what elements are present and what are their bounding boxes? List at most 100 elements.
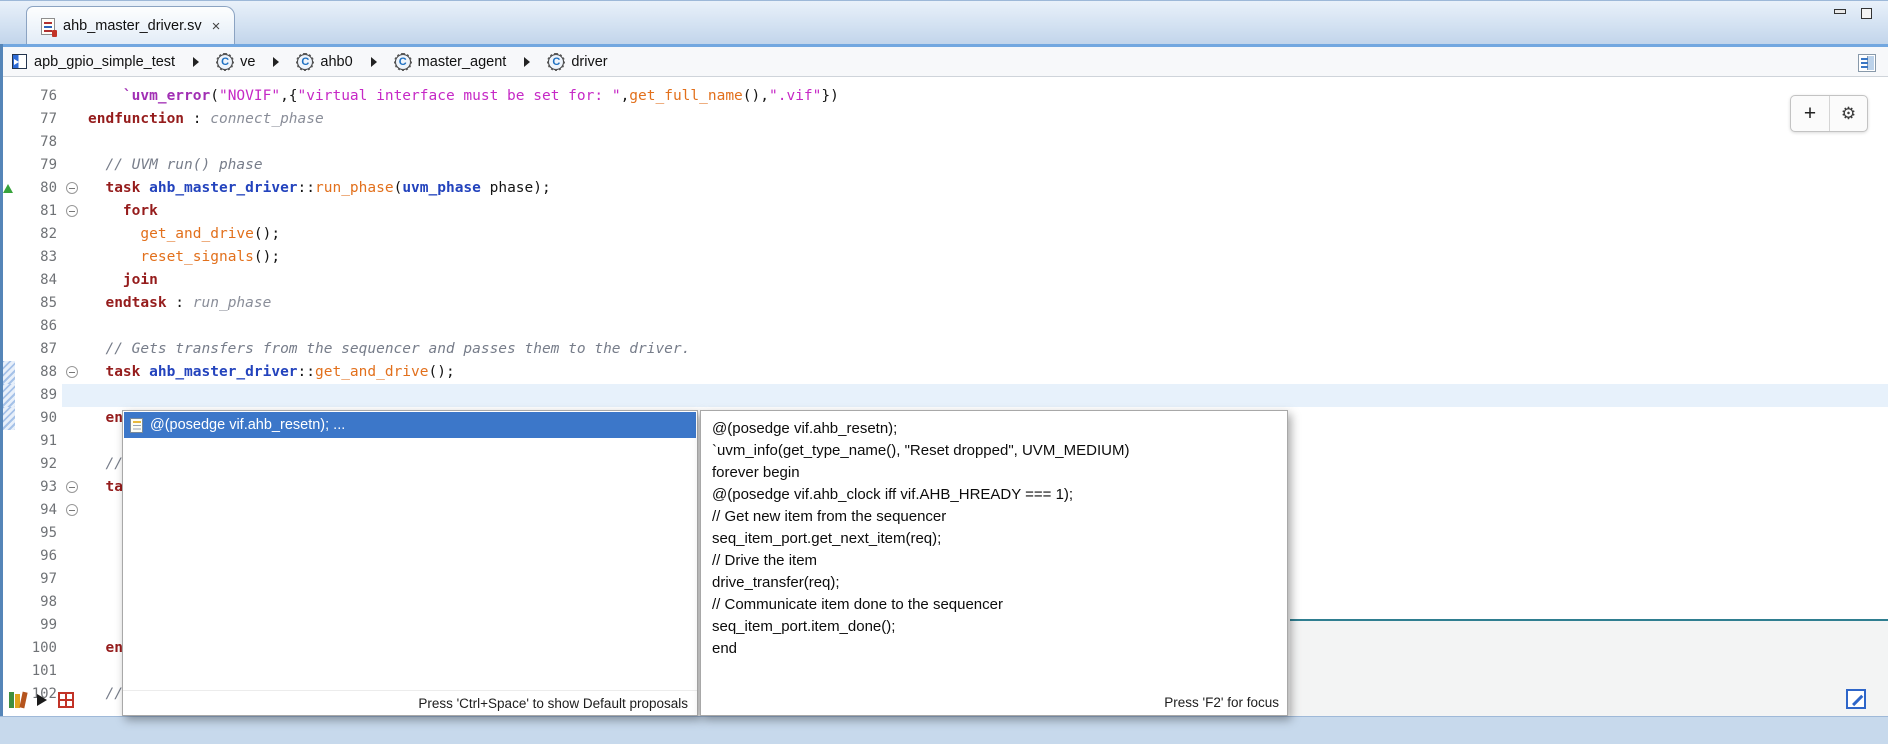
code-text[interactable]: task ahb_master_driver::get_and_drive(); (84, 361, 1888, 384)
code-text[interactable]: fork (84, 200, 1888, 223)
line-number[interactable]: 99 (18, 614, 62, 637)
class-icon (297, 54, 313, 70)
fold-gutter (62, 246, 84, 269)
line-number[interactable]: 100 (18, 637, 62, 660)
code-text[interactable]: reset_signals(); (84, 246, 1888, 269)
line-number[interactable]: 93 (18, 476, 62, 499)
line-number[interactable]: 86 (18, 315, 62, 338)
code-text[interactable]: // UVM run() phase (84, 154, 1888, 177)
breadcrumb-item-ve[interactable]: ve (217, 54, 255, 70)
fold-gutter (62, 200, 84, 223)
fold-gutter (62, 177, 84, 200)
code-text[interactable]: `uvm_error("NOVIF",{"virtual interface m… (84, 85, 1888, 108)
code-text[interactable]: get_and_drive(); (84, 223, 1888, 246)
code-text[interactable]: // Gets transfers from the sequencer and… (84, 338, 1888, 361)
fold-gutter (62, 545, 84, 568)
line-number[interactable]: 83 (18, 246, 62, 269)
collapse-icon[interactable] (66, 366, 78, 378)
line-number[interactable]: 82 (18, 223, 62, 246)
minimize-icon[interactable] (1834, 8, 1845, 19)
class-icon (217, 54, 233, 70)
add-button[interactable]: + (1791, 96, 1829, 131)
line-number[interactable]: 98 (18, 591, 62, 614)
line-number[interactable]: 89 (18, 384, 62, 407)
code-line: 77 endfunction : connect_phase (0, 108, 1888, 131)
collapse-icon[interactable] (66, 481, 78, 493)
preview-line: // Get new item from the sequencer (712, 506, 1287, 528)
line-number[interactable]: 92 (18, 453, 62, 476)
fold-gutter (62, 361, 84, 384)
occurrence-marker (2, 407, 15, 430)
fold-gutter (62, 476, 84, 499)
code-text[interactable]: endtask : run_phase (84, 292, 1888, 315)
settings-icon[interactable]: ⚙ (1829, 96, 1867, 131)
tab-close-icon[interactable]: × (212, 18, 221, 35)
run-icon[interactable] (37, 694, 47, 706)
fold-gutter (62, 269, 84, 292)
bottom-trim-toolbar (9, 692, 74, 708)
window-left-border (0, 44, 3, 716)
line-number[interactable]: 87 (18, 338, 62, 361)
library-icon[interactable] (9, 692, 26, 708)
registers-grid-icon[interactable] (58, 692, 74, 708)
line-number[interactable]: 101 (18, 660, 62, 683)
code-line: 83 reset_signals(); (0, 246, 1888, 269)
breadcrumb: apb_gpio_simple_test ve ahb0 master_agen… (0, 44, 1888, 77)
collapse-icon[interactable] (66, 205, 78, 217)
line-number[interactable]: 79 (18, 154, 62, 177)
proposal-label: @(posedge vif.ahb_resetn); ... (150, 417, 345, 433)
maximize-icon[interactable] (1861, 8, 1872, 19)
preview-line: `uvm_info(get_type_name(), "Reset droppe… (712, 440, 1287, 462)
line-number[interactable]: 78 (18, 131, 62, 154)
tab-title: ahb_master_driver.sv (63, 18, 202, 34)
code-line: 87 // Gets transfers from the sequencer … (0, 338, 1888, 361)
line-number[interactable]: 94 (18, 499, 62, 522)
line-number[interactable]: 77 (18, 108, 62, 131)
fold-gutter (62, 614, 84, 637)
fold-gutter (62, 522, 84, 545)
breadcrumb-item-master-agent[interactable]: master_agent (395, 54, 507, 70)
line-number[interactable]: 84 (18, 269, 62, 292)
line-number[interactable]: 96 (18, 545, 62, 568)
preview-line: seq_item_port.get_next_item(req); (712, 528, 1287, 550)
code-text[interactable]: task ahb_master_driver::run_phase(uvm_ph… (84, 177, 1888, 200)
line-number[interactable]: 76 (18, 85, 62, 108)
code-text[interactable] (84, 131, 1888, 154)
code-text[interactable] (84, 315, 1888, 338)
line-number[interactable]: 80 (18, 177, 62, 200)
occurrence-marker (2, 361, 15, 384)
fold-gutter (62, 453, 84, 476)
editor-overlay-toolbar: + ⚙ (1790, 95, 1868, 132)
line-number[interactable]: 81 (18, 200, 62, 223)
line-number[interactable]: 95 (18, 522, 62, 545)
proposal-item-selected[interactable]: @(posedge vif.ahb_resetn); ... (124, 412, 696, 438)
tab-ahb-master-driver[interactable]: ahb_master_driver.sv × (26, 6, 235, 45)
fold-gutter (62, 338, 84, 361)
breadcrumb-toggle-icon[interactable] (1858, 54, 1876, 72)
code-text[interactable] (84, 384, 1888, 407)
proposal-preview-popup[interactable]: @(posedge vif.ahb_resetn); `uvm_info(get… (700, 410, 1288, 716)
fold-gutter (62, 660, 84, 683)
line-number[interactable]: 88 (18, 361, 62, 384)
line-number[interactable]: 91 (18, 430, 62, 453)
breadcrumb-label: apb_gpio_simple_test (34, 54, 175, 70)
line-number[interactable]: 90 (18, 407, 62, 430)
line-number[interactable]: 85 (18, 292, 62, 315)
breadcrumb-item-ahb0[interactable]: ahb0 (297, 54, 352, 70)
preview-line: end (712, 638, 1287, 660)
code-line: 81 fork (0, 200, 1888, 223)
code-line: 88 task ahb_master_driver::get_and_drive… (0, 361, 1888, 384)
collapse-icon[interactable] (66, 504, 78, 516)
collapse-icon[interactable] (66, 182, 78, 194)
preview-line: @(posedge vif.ahb_resetn); (712, 418, 1287, 440)
breadcrumb-item-driver[interactable]: driver (548, 54, 607, 70)
fold-gutter (62, 499, 84, 522)
fold-gutter (62, 108, 84, 131)
breadcrumb-label: master_agent (418, 54, 507, 70)
restore-view-icon[interactable] (1846, 689, 1866, 709)
preview-line: // Drive the item (712, 550, 1287, 572)
breadcrumb-item-apb-gpio-simple-test[interactable]: apb_gpio_simple_test (12, 54, 175, 70)
code-text[interactable]: endfunction : connect_phase (84, 108, 1888, 131)
code-text[interactable]: join (84, 269, 1888, 292)
line-number[interactable]: 97 (18, 568, 62, 591)
